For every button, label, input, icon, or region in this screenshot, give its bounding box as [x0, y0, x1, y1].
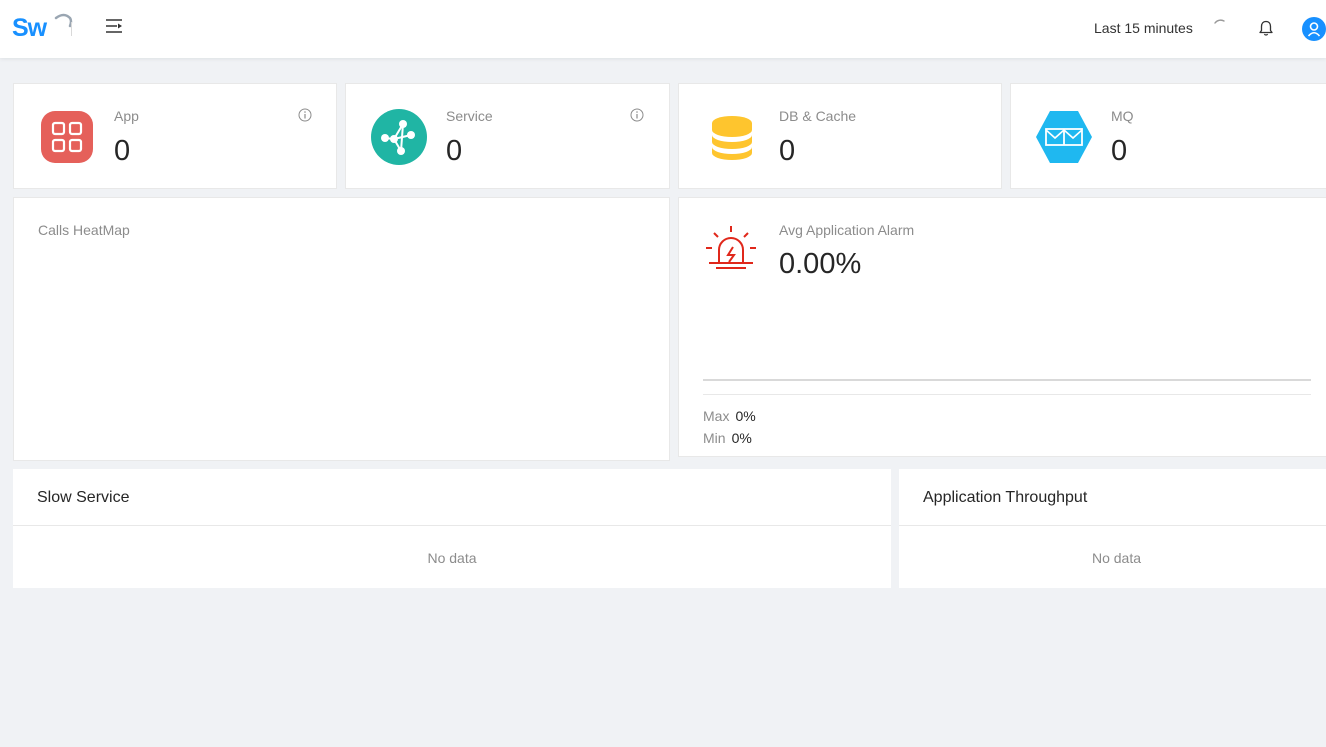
slow-service-header: Slow Service [13, 469, 891, 526]
throughput-empty: No data [1091, 550, 1142, 566]
slow-service-panel: Slow Service No data [13, 469, 891, 588]
alarm-max-row: Max 0% [703, 408, 756, 424]
message-queue-icon [1036, 111, 1092, 163]
info-icon[interactable] [630, 108, 644, 122]
logo-divider [71, 22, 72, 36]
skywalking-logo[interactable]: Sw [12, 12, 73, 44]
user-avatar[interactable] [1302, 17, 1326, 41]
service-network-icon [371, 109, 427, 165]
stat-label: MQ [1111, 108, 1134, 124]
stat-value: 0 [1111, 135, 1128, 167]
avg-application-alarm-panel: Avg Application Alarm 0.00% Max 0% Min 0% [678, 197, 1326, 457]
calls-heatmap-panel: Calls HeatMap [13, 197, 670, 461]
stat-label: DB & Cache [779, 108, 857, 124]
info-icon[interactable] [298, 108, 312, 122]
logo-text: Sw [12, 14, 47, 42]
refresh-loading-icon[interactable] [1212, 18, 1228, 34]
application-throughput-panel: Application Throughput No data [899, 469, 1326, 588]
min-value: 0% [731, 430, 752, 446]
stat-card-mq: MQ 0 [1010, 83, 1326, 189]
stat-value: 0 [114, 135, 131, 167]
stat-card-db-cache: DB & Cache 0 [678, 83, 1002, 189]
slow-service-empty: No data [427, 550, 477, 566]
time-range-selector[interactable]: Last 15 minutes [1094, 19, 1193, 37]
stat-card-app: App 0 [13, 83, 337, 189]
top-header: Sw Last 15 minutes [0, 0, 1326, 58]
throughput-header: Application Throughput [899, 469, 1326, 526]
menu-toggle-icon[interactable] [104, 16, 124, 36]
max-label: Max [703, 408, 730, 424]
max-value: 0% [735, 408, 756, 424]
stat-card-service: Service 0 [345, 83, 670, 189]
alarm-min-row: Min 0% [703, 430, 752, 446]
stat-value: 0 [779, 135, 796, 167]
alarm-siren-icon [706, 226, 756, 269]
heatmap-title: Calls HeatMap [38, 222, 130, 238]
stat-value: 0 [446, 135, 463, 167]
database-icon [712, 116, 752, 160]
stat-label: Service [446, 108, 493, 124]
user-icon [1307, 22, 1321, 37]
min-label: Min [703, 430, 726, 446]
alarm-value: 0.00% [779, 248, 862, 280]
stat-label: App [114, 108, 139, 124]
app-grid-icon [41, 111, 93, 163]
logo-swoosh-icon [54, 13, 73, 28]
alarm-label: Avg Application Alarm [779, 222, 915, 238]
bell-icon[interactable] [1257, 19, 1275, 37]
alarm-sparkline [703, 379, 1311, 381]
alarm-divider [703, 394, 1311, 395]
slow-service-title: Slow Service [37, 489, 130, 506]
throughput-title: Application Throughput [923, 489, 1088, 506]
